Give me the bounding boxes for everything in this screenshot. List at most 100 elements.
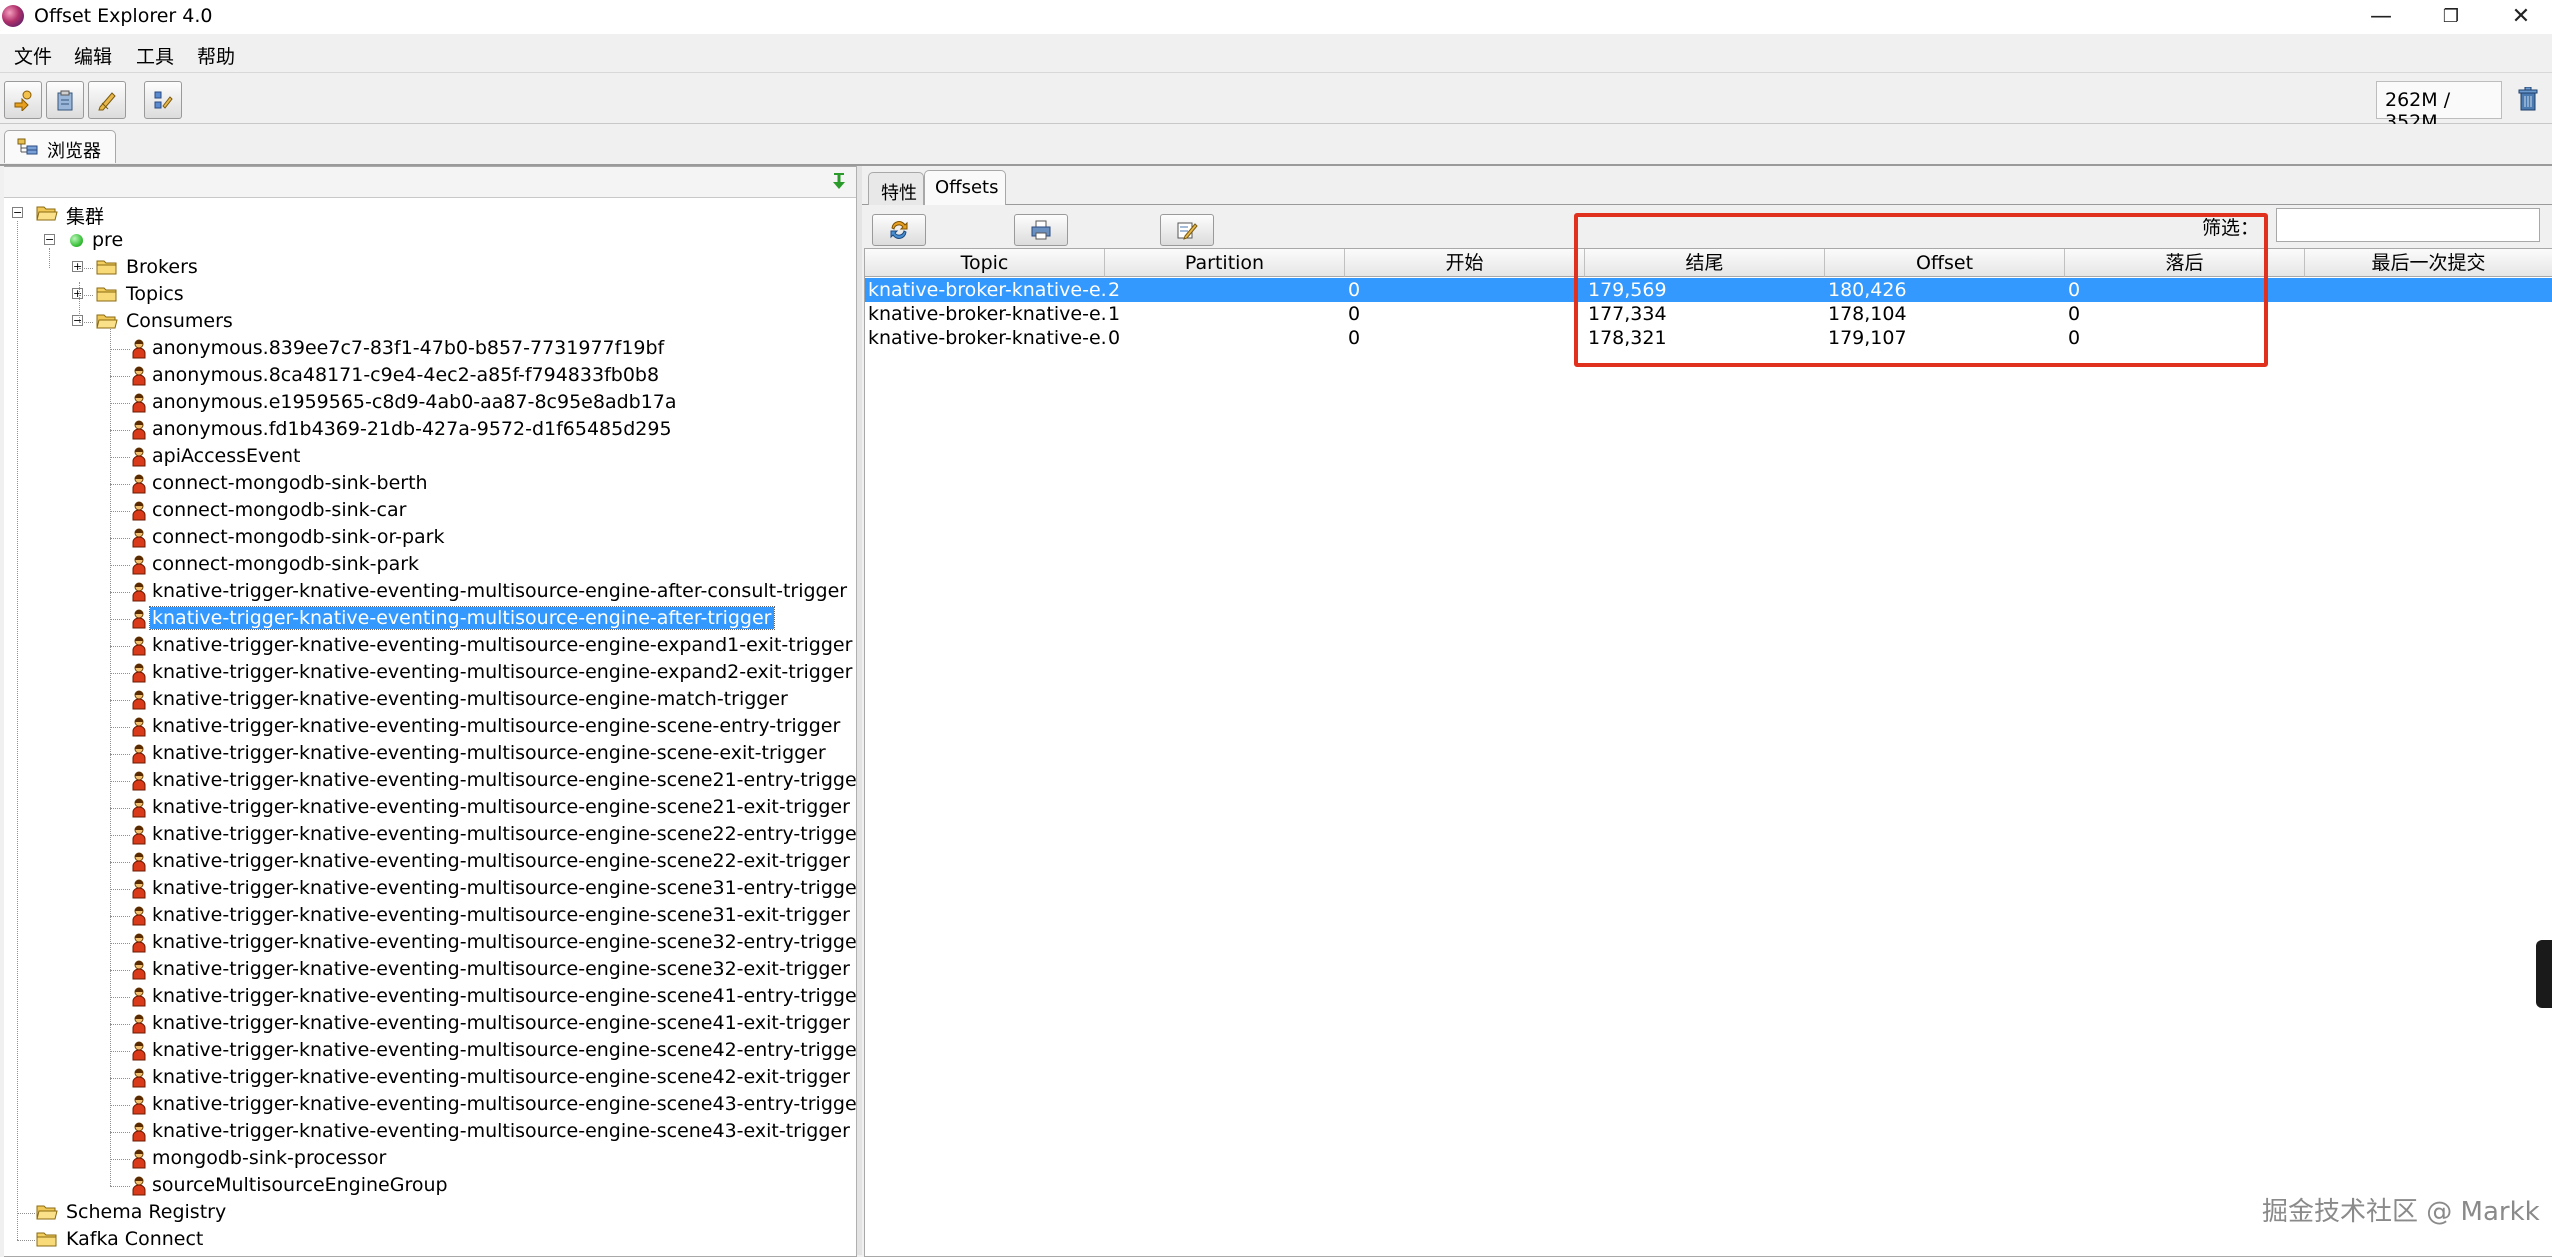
tree-guide-line — [110, 862, 130, 863]
tree-node-consumer[interactable]: sourceMultisourceEngineGroup — [4, 1173, 854, 1199]
tree-guide-line — [110, 835, 130, 836]
tree-node-consumer[interactable]: knative-trigger-knative-eventing-multiso… — [4, 714, 854, 740]
consumer-icon — [132, 582, 146, 602]
expander-toggle-icon[interactable]: + — [72, 261, 83, 272]
tree-node-brokers[interactable]: + Brokers — [4, 255, 854, 281]
menu-file[interactable]: 文件 — [14, 42, 52, 69]
tree-node-cluster[interactable]: − pre — [4, 228, 854, 254]
tree-node-consumer[interactable]: knative-trigger-knative-eventing-multiso… — [4, 849, 854, 875]
settings-icon — [152, 89, 173, 109]
column-header-last-commit[interactable]: 最后一次提交 — [2305, 249, 2552, 277]
tree-node-consumer[interactable]: knative-trigger-knative-eventing-multiso… — [4, 1092, 864, 1118]
tree-node-consumers[interactable]: − Consumers — [4, 309, 854, 335]
edit-offsets-button[interactable] — [1160, 214, 1214, 246]
cell-topic: knative-broker-knative-e... — [868, 327, 1105, 349]
tree-guide-line — [110, 619, 130, 620]
tree-node-consumer[interactable]: knative-trigger-knative-eventing-multiso… — [4, 660, 854, 686]
tree-node-consumer[interactable]: knative-trigger-knative-eventing-multiso… — [4, 903, 854, 929]
expander-toggle-icon[interactable]: − — [44, 234, 55, 245]
tree-node-consumer[interactable]: anonymous.8ca48171-c9e4-4ec2-a85f-f79483… — [4, 363, 854, 389]
tree-node-topics[interactable]: + Topics — [4, 282, 854, 308]
side-panel-handle[interactable] — [2536, 940, 2552, 1008]
maximize-button[interactable]: ❐ — [2416, 0, 2486, 34]
cell-start: 0 — [1348, 327, 1361, 349]
expander-toggle-icon[interactable]: − — [12, 207, 23, 218]
tree-node-consumer[interactable]: knative-trigger-knative-eventing-multiso… — [4, 1038, 864, 1064]
menu-edit[interactable]: 编辑 — [74, 42, 112, 69]
offsets-table: Topic Partition 开始 结尾 Offset 落后 最后一次提交 knative… — [864, 248, 2552, 1257]
print-button[interactable] — [1014, 214, 1068, 246]
tree-node-consumer[interactable]: knative-trigger-knative-eventing-multiso… — [4, 1119, 854, 1145]
tree-node-consumer[interactable]: knative-trigger-knative-eventing-multiso… — [4, 768, 864, 794]
tree-node-consumer[interactable]: knative-trigger-knative-eventing-multiso… — [4, 957, 854, 983]
tree-node-consumer[interactable]: anonymous.e1959565-c8d9-4ab0-aa87-8c95e8… — [4, 390, 854, 416]
menu-tools[interactable]: 工具 — [136, 42, 174, 69]
tree-node-consumer[interactable]: knative-trigger-knative-eventing-multiso… — [4, 687, 854, 713]
consumer-icon — [132, 960, 146, 980]
expander-toggle-icon[interactable]: − — [72, 315, 83, 326]
folder-icon — [96, 312, 118, 330]
tree-node-consumer[interactable]: knative-trigger-knative-eventing-multiso… — [4, 579, 854, 605]
connect-button[interactable] — [4, 81, 42, 119]
tree-item-label: knative-trigger-knative-eventing-multiso… — [152, 634, 853, 656]
edit-button[interactable] — [88, 81, 126, 119]
tree-node-consumer[interactable]: knative-trigger-knative-eventing-multiso… — [4, 822, 864, 848]
tree-node-consumer[interactable]: knative-trigger-knative-eventing-multiso… — [4, 606, 854, 632]
cell-partition: 2 — [1108, 279, 1121, 301]
minimize-button[interactable]: — — [2346, 0, 2416, 34]
tree-node-consumer[interactable]: connect-mongodb-sink-car — [4, 498, 854, 524]
tree-guide-line — [110, 592, 130, 593]
tree-node-consumer[interactable]: knative-trigger-knative-eventing-multiso… — [4, 795, 854, 821]
garbage-collect-icon[interactable] — [2518, 86, 2538, 113]
tree-item-label: pre — [92, 229, 124, 251]
column-header-topic[interactable]: Topic — [865, 249, 1105, 277]
tree-node-consumer[interactable]: anonymous.839ee7c7-83f1-47b0-b857-773197… — [4, 336, 854, 362]
tree-node-consumer[interactable]: knative-trigger-knative-eventing-multiso… — [4, 984, 864, 1010]
tree-node-consumer[interactable]: knative-trigger-knative-eventing-multiso… — [4, 741, 854, 767]
cell-start: 0 — [1348, 303, 1361, 325]
tree-node-root[interactable]: − 集群 — [4, 201, 854, 228]
refresh-button[interactable] — [872, 214, 926, 246]
tree-node-consumer[interactable]: knative-trigger-knative-eventing-multiso… — [4, 1065, 854, 1091]
tab-properties[interactable]: 特性 — [868, 172, 924, 205]
cluster-status-icon — [70, 234, 83, 247]
consumer-icon — [132, 1149, 146, 1169]
tree-node-consumer[interactable]: anonymous.fd1b4369-21db-427a-9572-d1f654… — [4, 417, 854, 443]
tree-node-schema-registry[interactable]: Schema Registry — [4, 1200, 854, 1226]
tree-guide-line — [110, 970, 130, 971]
consumer-icon — [132, 825, 146, 845]
tree-node-consumer[interactable]: connect-mongodb-sink-park — [4, 552, 854, 578]
settings-button[interactable] — [144, 81, 182, 119]
column-header-start[interactable]: 开始 — [1345, 249, 1585, 277]
tree-node-consumer[interactable]: knative-trigger-knative-eventing-multiso… — [4, 876, 864, 902]
tree-node-consumer[interactable]: connect-mongodb-sink-berth — [4, 471, 854, 497]
consumer-icon — [132, 366, 146, 386]
tree-node-consumer[interactable]: mongodb-sink-processor — [4, 1146, 854, 1172]
consumer-icon — [132, 744, 146, 764]
clipboard-button[interactable] — [46, 81, 84, 119]
filter-input[interactable] — [2276, 208, 2540, 242]
close-button[interactable]: ✕ — [2486, 0, 2552, 34]
tree-item-label: knative-trigger-knative-eventing-multiso… — [152, 931, 865, 953]
folder-icon — [36, 204, 58, 222]
tree-guide-line — [110, 943, 130, 944]
tree-item-label: connect-mongodb-sink-car — [152, 499, 407, 521]
column-header-partition[interactable]: Partition — [1105, 249, 1345, 277]
tree-item-label: sourceMultisourceEngineGroup — [152, 1174, 448, 1196]
tree-item-label: Topics — [126, 283, 184, 305]
tree-node-consumer[interactable]: knative-trigger-knative-eventing-multiso… — [4, 633, 854, 659]
expander-toggle-icon[interactable]: + — [72, 288, 83, 299]
tab-offsets[interactable]: Offsets — [924, 170, 1006, 205]
tree-guide-line — [110, 916, 130, 917]
tree-node-consumer[interactable]: apiAccessEvent — [4, 444, 854, 470]
tree-node-consumer[interactable]: knative-trigger-knative-eventing-multiso… — [4, 1011, 854, 1037]
expand-down-arrow-icon[interactable] — [828, 171, 850, 193]
tree-guide-line — [110, 727, 130, 728]
tree-node-consumer[interactable]: knative-trigger-knative-eventing-multiso… — [4, 930, 864, 956]
tab-browser[interactable]: 浏览器 — [4, 130, 116, 163]
tree-node-kafka-connect[interactable]: Kafka Connect — [4, 1227, 854, 1253]
tree-node-consumer[interactable]: connect-mongodb-sink-or-park — [4, 525, 854, 551]
menu-help[interactable]: 帮助 — [197, 42, 235, 69]
tree-guide-line — [110, 430, 130, 431]
tree-guide-line — [110, 1132, 130, 1133]
